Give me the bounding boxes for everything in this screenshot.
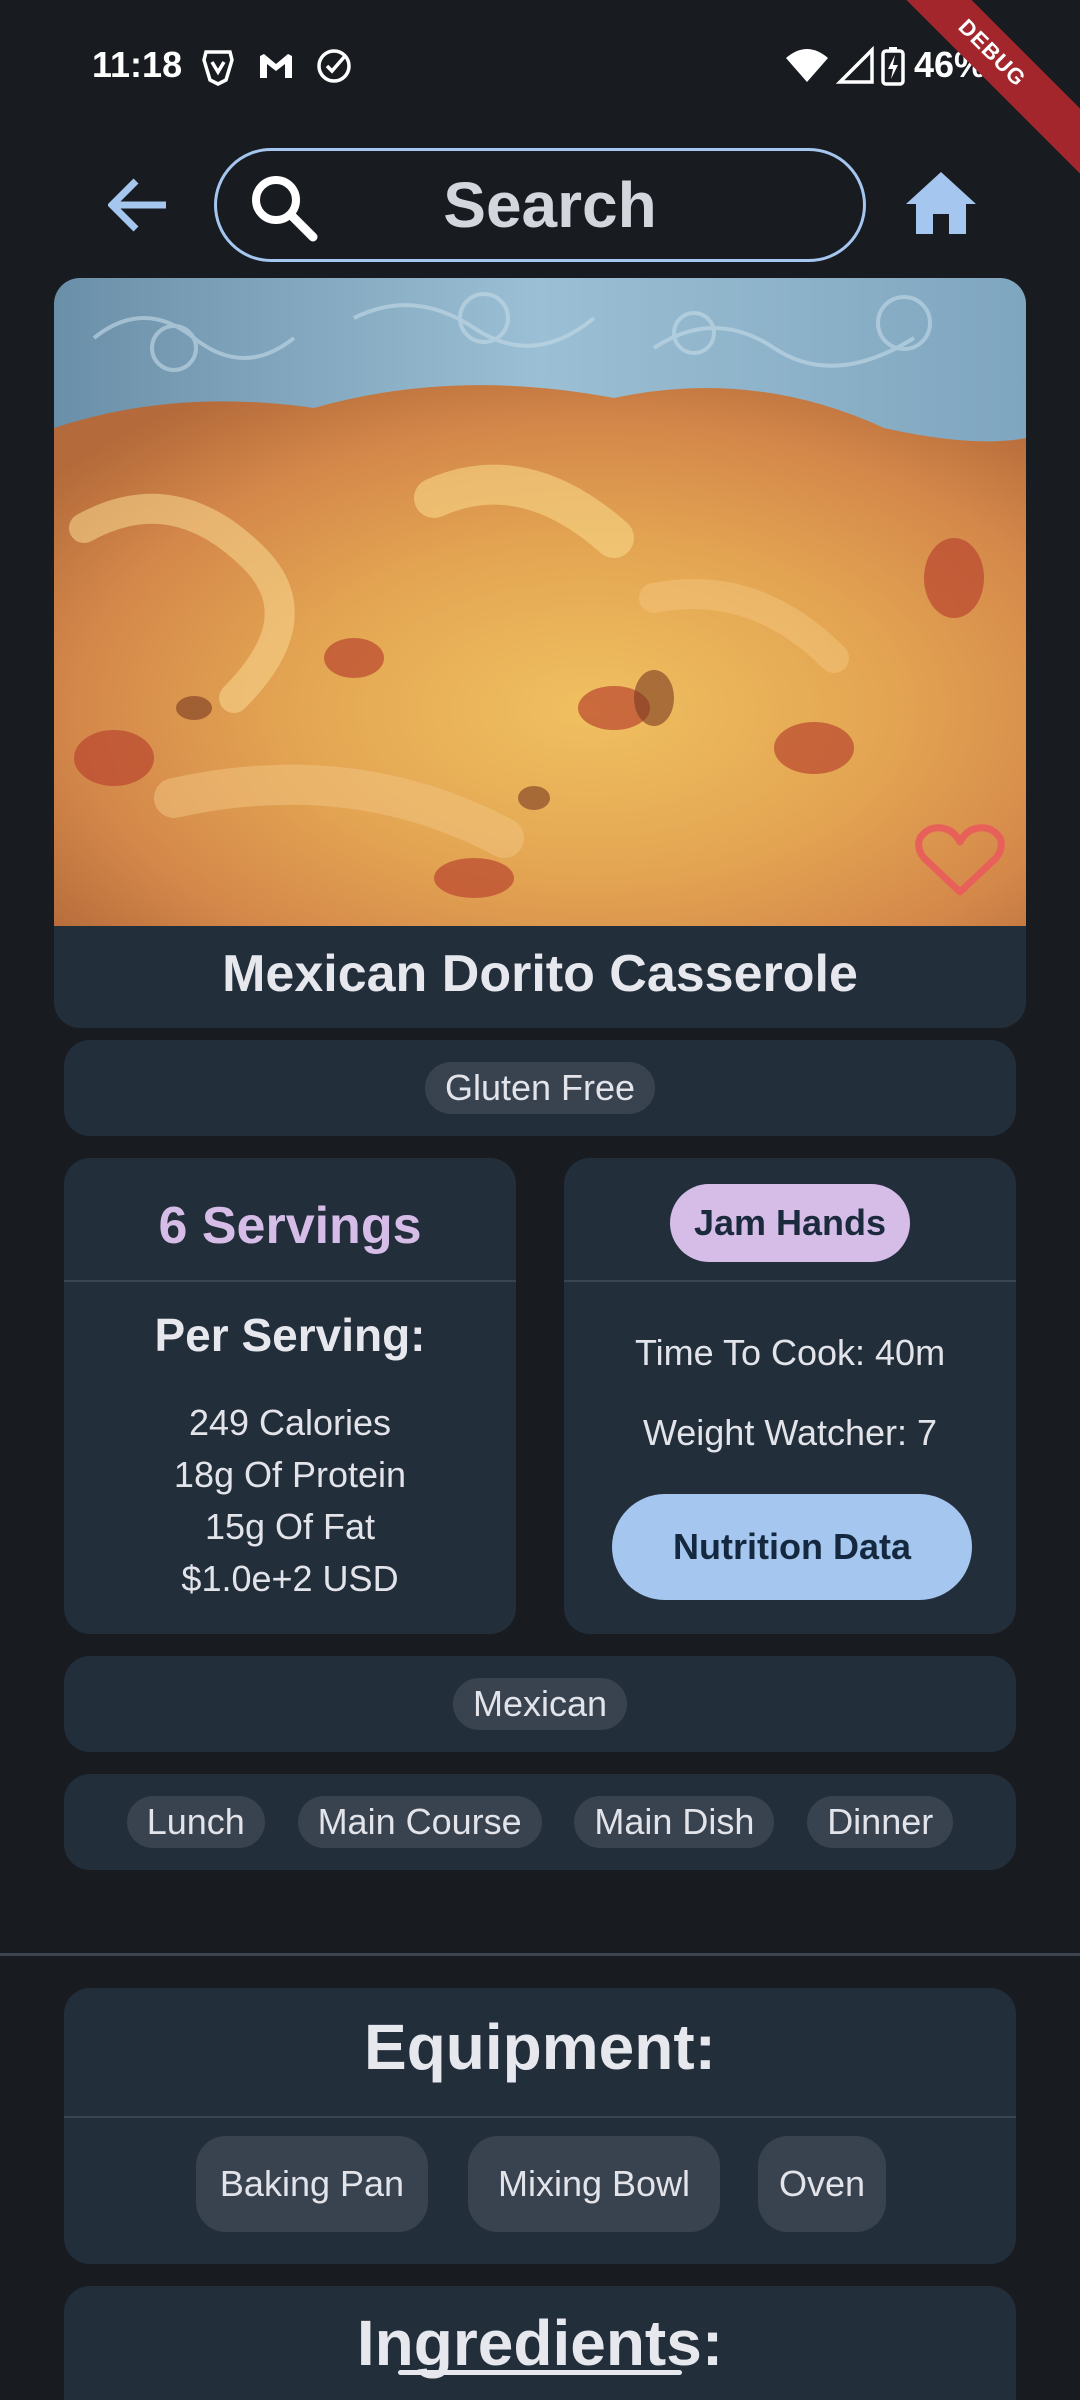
info-card: Jam Hands Time To Cook: 40m Weight Watch… <box>564 1158 1016 1634</box>
author-chip[interactable]: Jam Hands <box>670 1184 910 1262</box>
home-icon <box>906 172 976 234</box>
wifi-icon <box>786 49 828 82</box>
per-serving-label: Per Serving: <box>154 1309 426 1361</box>
dish-types-panel: Lunch Main Course Main Dish Dinner <box>64 1774 1016 1870</box>
battery-charging-icon <box>881 47 905 86</box>
dish-type-chip[interactable]: Dinner <box>807 1796 954 1848</box>
home-button[interactable] <box>904 168 978 238</box>
equipment-title: Equipment: <box>364 2011 716 2083</box>
scroll-indicator <box>398 2370 682 2375</box>
cuisine-panel: Mexican <box>64 1656 1016 1752</box>
search-icon <box>252 176 318 242</box>
weight-watcher-text: Weight Watcher: 7 <box>642 1412 938 1453</box>
calories-text: 249 Calories <box>188 1402 392 1443</box>
check-circle-icon <box>317 49 351 83</box>
diet-chip[interactable]: Gluten Free <box>424 1062 656 1114</box>
fat-text: 15g Of Fat <box>204 1506 376 1547</box>
ingredients-title: Ingredients: <box>356 2307 724 2379</box>
info-divider <box>564 1280 1016 1282</box>
status-bar: 11:18 46% DEBUG <box>0 0 1080 176</box>
protein-text: 18g Of Protein <box>173 1454 407 1495</box>
debug-banner: DEBUG <box>869 0 1080 176</box>
equipment-chip[interactable]: Mixing Bowl <box>468 2136 720 2232</box>
price-text: $1.0e+2 USD <box>181 1558 399 1599</box>
cell-signal-icon <box>836 46 874 84</box>
favorite-heart-icon[interactable] <box>914 822 1006 898</box>
dish-type-chip[interactable]: Lunch <box>126 1796 265 1848</box>
cuisine-chip[interactable]: Mexican <box>452 1678 628 1730</box>
time-to-cook-text: Time To Cook: 40m <box>634 1332 946 1373</box>
status-time: 11:18 <box>92 44 183 85</box>
brave-icon <box>202 50 234 86</box>
recipe-title: Mexican Dorito Casserole <box>222 945 858 1003</box>
nutrition-data-button[interactable]: Nutrition Data <box>612 1494 972 1600</box>
section-divider <box>0 1953 1080 1956</box>
servings-card: 6 Servings Per Serving: 249 Calories 18g… <box>64 1158 516 1634</box>
equipment-chip[interactable]: Baking Pan <box>196 2136 428 2232</box>
dish-type-chip[interactable]: Main Dish <box>574 1796 775 1848</box>
arrow-back-icon <box>108 178 166 232</box>
equipment-divider <box>64 2116 1016 2118</box>
back-button[interactable] <box>100 172 178 238</box>
ingredients-card: Ingredients: <box>64 2286 1016 2400</box>
diet-tags-panel: Gluten Free <box>64 1040 1016 1136</box>
equipment-chip[interactable]: Oven <box>758 2136 886 2232</box>
servings-count: 6 Servings <box>158 1197 422 1255</box>
equipment-card: Equipment: Baking Pan Mixing Bowl Oven <box>64 1988 1016 2264</box>
dish-type-chip[interactable]: Main Course <box>297 1796 542 1848</box>
gmail-icon <box>260 54 292 78</box>
recipe-card[interactable] <box>54 278 1026 1028</box>
search-bar[interactable]: Search <box>214 148 866 262</box>
recipe-image <box>54 278 1026 926</box>
servings-divider <box>64 1280 516 1282</box>
